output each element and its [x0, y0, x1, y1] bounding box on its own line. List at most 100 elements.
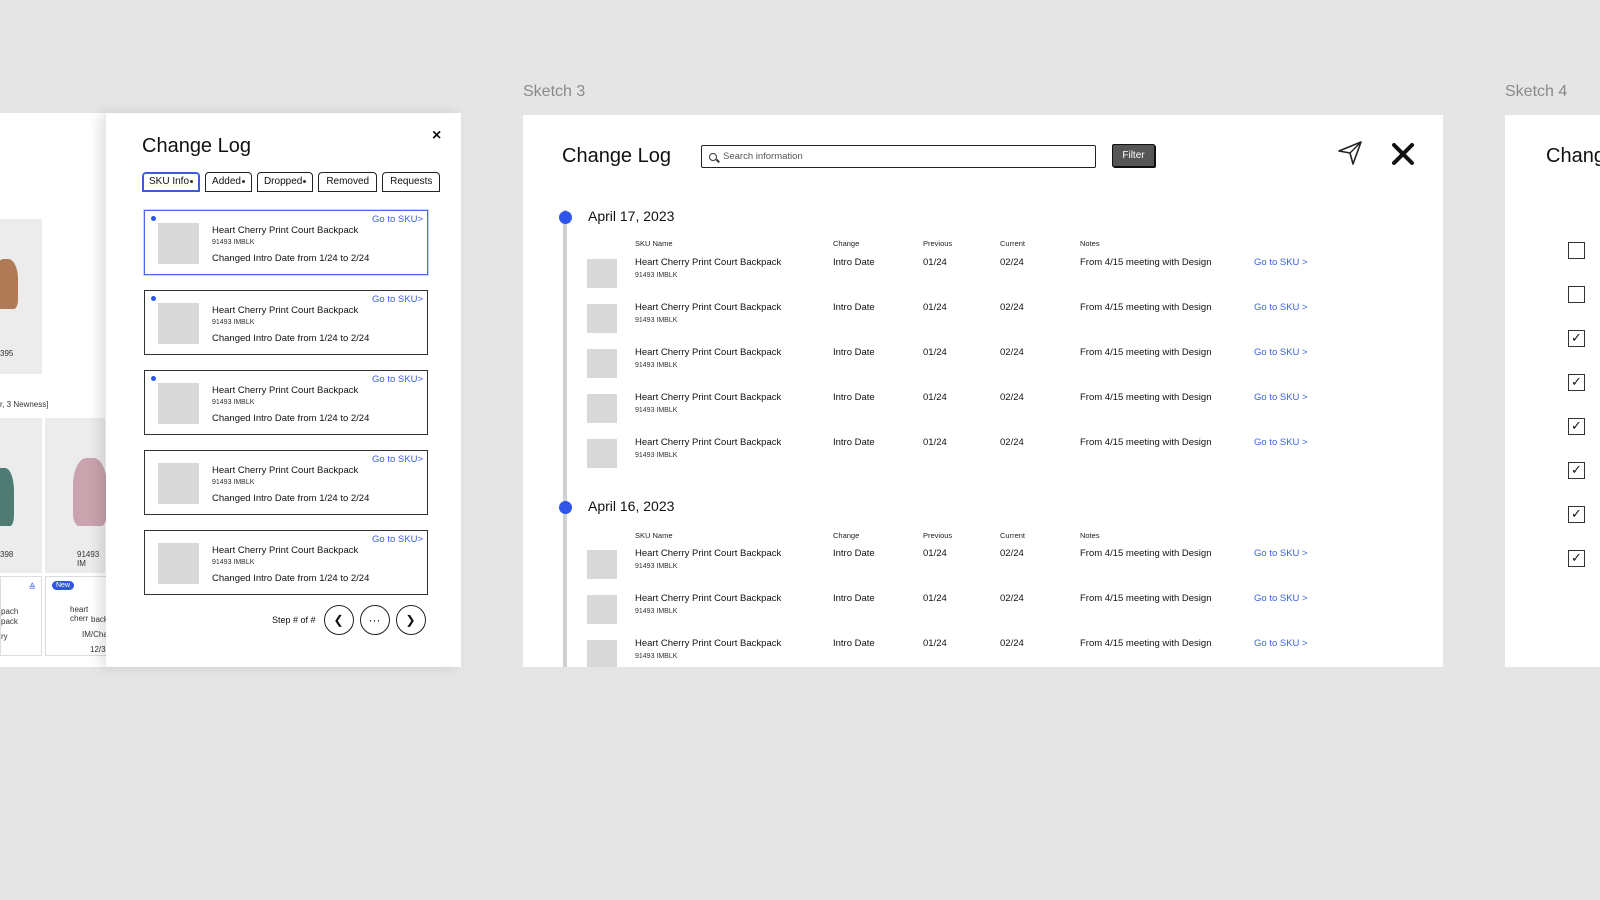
search-box[interactable]: [701, 145, 1096, 168]
sku-name: Heart Cherry Print Court Backpack: [635, 347, 782, 358]
sku-code: 91493 IMBLK: [635, 407, 678, 414]
row-checkbox-checked[interactable]: ✓: [1568, 550, 1585, 567]
product-thumbnail: [158, 543, 199, 584]
table-row[interactable]: Heart Cherry Print Court Backpack 91493 …: [587, 638, 1347, 667]
table-row[interactable]: Heart Cherry Print Court Backpack 91493 …: [587, 302, 1347, 342]
go-to-sku-link[interactable]: Go to SKU >: [1254, 548, 1308, 559]
previous-value: 01/24: [923, 392, 947, 403]
change-card[interactable]: Heart Cherry Print Court Backpack 91493 …: [144, 210, 428, 275]
sketch4-frame-label: Sketch 4: [1505, 83, 1568, 100]
tab-dropped[interactable]: Dropped: [256, 172, 314, 192]
card-message: Changed Intro Date from 1/24 to 2/24: [212, 493, 370, 504]
go-to-sku-link[interactable]: Go to SKU>: [372, 534, 423, 545]
go-to-sku-link[interactable]: Go to SKU >: [1254, 302, 1308, 313]
previous-value: 01/24: [923, 593, 947, 604]
column-header-change: Change: [833, 239, 860, 248]
send-icon[interactable]: [1336, 139, 1364, 167]
go-to-sku-link[interactable]: Go to SKU>: [372, 294, 423, 305]
sku-code: 91493 IMBLK: [635, 272, 678, 279]
go-to-sku-link[interactable]: Go to SKU >: [1254, 257, 1308, 268]
card-product-name: Heart Cherry Print Court Backpack: [212, 545, 359, 556]
product-thumbnail: [587, 439, 617, 468]
page-title: Change Log: [562, 145, 671, 167]
list-tile[interactable]: ≙ pach pack ry: [0, 576, 42, 656]
tab-added[interactable]: Added: [205, 172, 252, 192]
go-to-sku-link[interactable]: Go to SKU >: [1254, 638, 1308, 649]
tab-requests[interactable]: Requests: [382, 172, 441, 192]
row-checkbox-checked[interactable]: ✓: [1568, 462, 1585, 479]
close-icon[interactable]: ×: [432, 127, 441, 145]
tab-label: Added: [212, 176, 241, 187]
column-header-notes: Notes: [1080, 531, 1100, 540]
chevron-left-icon: ❮: [333, 613, 344, 627]
product-thumbnail: [587, 394, 617, 423]
row-checkbox-checked[interactable]: ✓: [1568, 506, 1585, 523]
card-product-name: Heart Cherry Print Court Backpack: [212, 385, 359, 396]
unread-dot: [151, 296, 156, 301]
more-pages-button[interactable]: ···: [359, 605, 390, 635]
sku-code: 91493 IMBLK: [635, 317, 678, 324]
search-icon: [709, 152, 717, 161]
change-card[interactable]: Heart Cherry Print Court Backpack 91493 …: [144, 290, 428, 355]
tile-text: IM/Cha: [82, 630, 108, 639]
filter-summary: r, 3 Newness]: [0, 400, 49, 409]
column-header-current: Current: [1000, 531, 1026, 540]
left-partial-frame: 395 r, 3 Newness] 398 91493 IM ≙ pach pa…: [0, 113, 110, 667]
product-thumbnail: [158, 383, 199, 424]
table-row[interactable]: Heart Cherry Print Court Backpack 91493 …: [587, 347, 1347, 387]
close-icon[interactable]: [1391, 142, 1415, 166]
product-thumbnail: [587, 349, 617, 378]
column-header-notes: Notes: [1080, 239, 1100, 248]
change-card[interactable]: Heart Cherry Print Court Backpack 91493 …: [144, 530, 428, 595]
next-page-button[interactable]: ❯: [395, 605, 426, 635]
table-row[interactable]: Heart Cherry Print Court Backpack 91493 …: [587, 593, 1347, 633]
prev-page-button[interactable]: ❮: [323, 605, 354, 635]
row-checkbox-checked[interactable]: ✓: [1568, 330, 1585, 347]
group-date: April 17, 2023: [588, 208, 675, 224]
row-checkbox-checked[interactable]: ✓: [1568, 418, 1585, 435]
search-input[interactable]: [723, 151, 1083, 162]
sku-name: Heart Cherry Print Court Backpack: [635, 392, 782, 403]
unread-dot: [151, 376, 156, 381]
go-to-sku-link[interactable]: Go to SKU >: [1254, 392, 1308, 403]
product-thumbnail: [158, 463, 199, 504]
sku-name: Heart Cherry Print Court Backpack: [635, 638, 782, 649]
tab-sku-info[interactable]: SKU Info: [142, 172, 201, 192]
tab-removed[interactable]: Removed: [318, 172, 378, 192]
table-row[interactable]: Heart Cherry Print Court Backpack 91493 …: [587, 392, 1347, 432]
tab-label: Requests: [390, 176, 433, 187]
change-type: Intro Date: [833, 302, 875, 313]
row-checkbox[interactable]: [1568, 242, 1585, 259]
go-to-sku-link[interactable]: Go to SKU >: [1254, 593, 1308, 604]
current-value: 02/24: [1000, 593, 1024, 604]
change-card[interactable]: Heart Cherry Print Court Backpack 91493 …: [144, 370, 428, 435]
table-row[interactable]: Heart Cherry Print Court Backpack 91493 …: [587, 437, 1347, 477]
card-product-name: Heart Cherry Print Court Backpack: [212, 305, 359, 316]
change-card[interactable]: Heart Cherry Print Court Backpack 91493 …: [144, 450, 428, 515]
current-value: 02/24: [1000, 347, 1024, 358]
filter-button[interactable]: Filter: [1112, 144, 1155, 167]
notes: From 4/15 meeting with Design: [1080, 392, 1212, 403]
change-type: Intro Date: [833, 257, 875, 268]
sku-code: 91493 IMBLK: [635, 563, 678, 570]
list-tile[interactable]: New heart cherr back IM/Cha 12/31: [45, 576, 110, 656]
notes: From 4/15 meeting with Design: [1080, 593, 1212, 604]
go-to-sku-link[interactable]: Go to SKU>: [372, 214, 423, 225]
change-type: Intro Date: [833, 347, 875, 358]
sku-name: Heart Cherry Print Court Backpack: [635, 257, 782, 268]
row-checkbox[interactable]: [1568, 286, 1585, 303]
table-row[interactable]: Heart Cherry Print Court Backpack 91493 …: [587, 257, 1347, 297]
product-thumbnail: [587, 304, 617, 333]
product-thumbnail: [587, 550, 617, 579]
card-message: Changed Intro Date from 1/24 to 2/24: [212, 333, 370, 344]
go-to-sku-link[interactable]: Go to SKU >: [1254, 347, 1308, 358]
table-row[interactable]: Heart Cherry Print Court Backpack 91493 …: [587, 548, 1347, 588]
product-code: 395: [0, 349, 14, 358]
go-to-sku-link[interactable]: Go to SKU>: [372, 374, 423, 385]
row-checkbox-checked[interactable]: ✓: [1568, 374, 1585, 391]
card-sku: 91493 IMBLK: [212, 559, 255, 566]
timeline-line: [563, 210, 567, 667]
notes: From 4/15 meeting with Design: [1080, 437, 1212, 448]
go-to-sku-link[interactable]: Go to SKU >: [1254, 437, 1308, 448]
go-to-sku-link[interactable]: Go to SKU>: [372, 454, 423, 465]
